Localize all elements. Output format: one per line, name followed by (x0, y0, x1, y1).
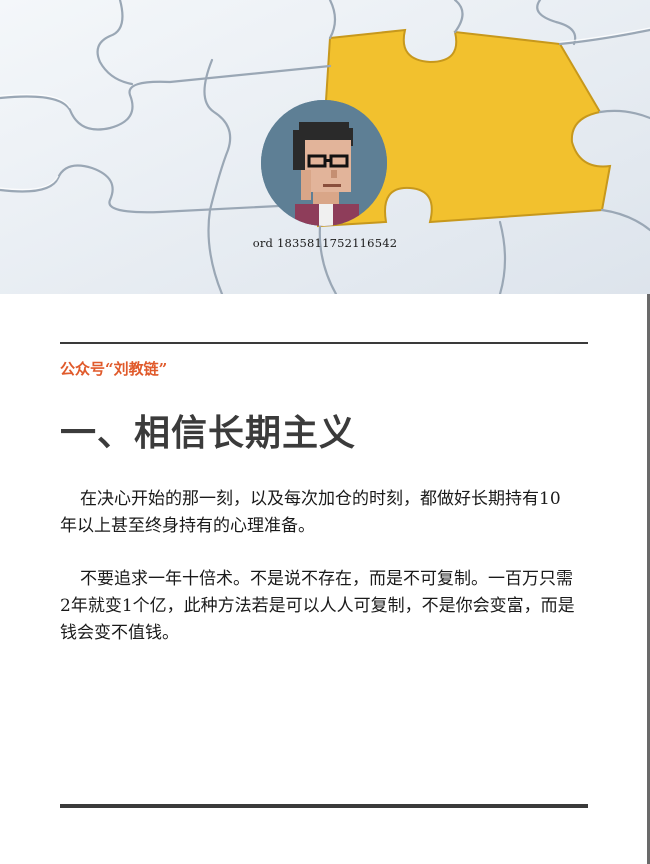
paragraph-1: 在决心开始的那一刻，以及每次加仓的时刻，都做好长期持有10年以上甚至终身持有的心… (60, 489, 561, 536)
paragraph-2: 不要追求一年十倍术。不是说不存在，而是不可复制。一百万只需2年就变1个亿，此种方… (60, 569, 575, 643)
pixel-portrait-icon (261, 100, 387, 226)
hero-image: ord 1835811752116542 (0, 0, 650, 294)
top-divider (60, 342, 588, 344)
section-heading: 一、相信长期主义 (60, 412, 357, 454)
source-label: 公众号“刘教链” (60, 360, 168, 378)
ord-caption: ord 1835811752116542 (252, 236, 398, 250)
avatar (261, 100, 387, 226)
bottom-divider (60, 804, 588, 808)
